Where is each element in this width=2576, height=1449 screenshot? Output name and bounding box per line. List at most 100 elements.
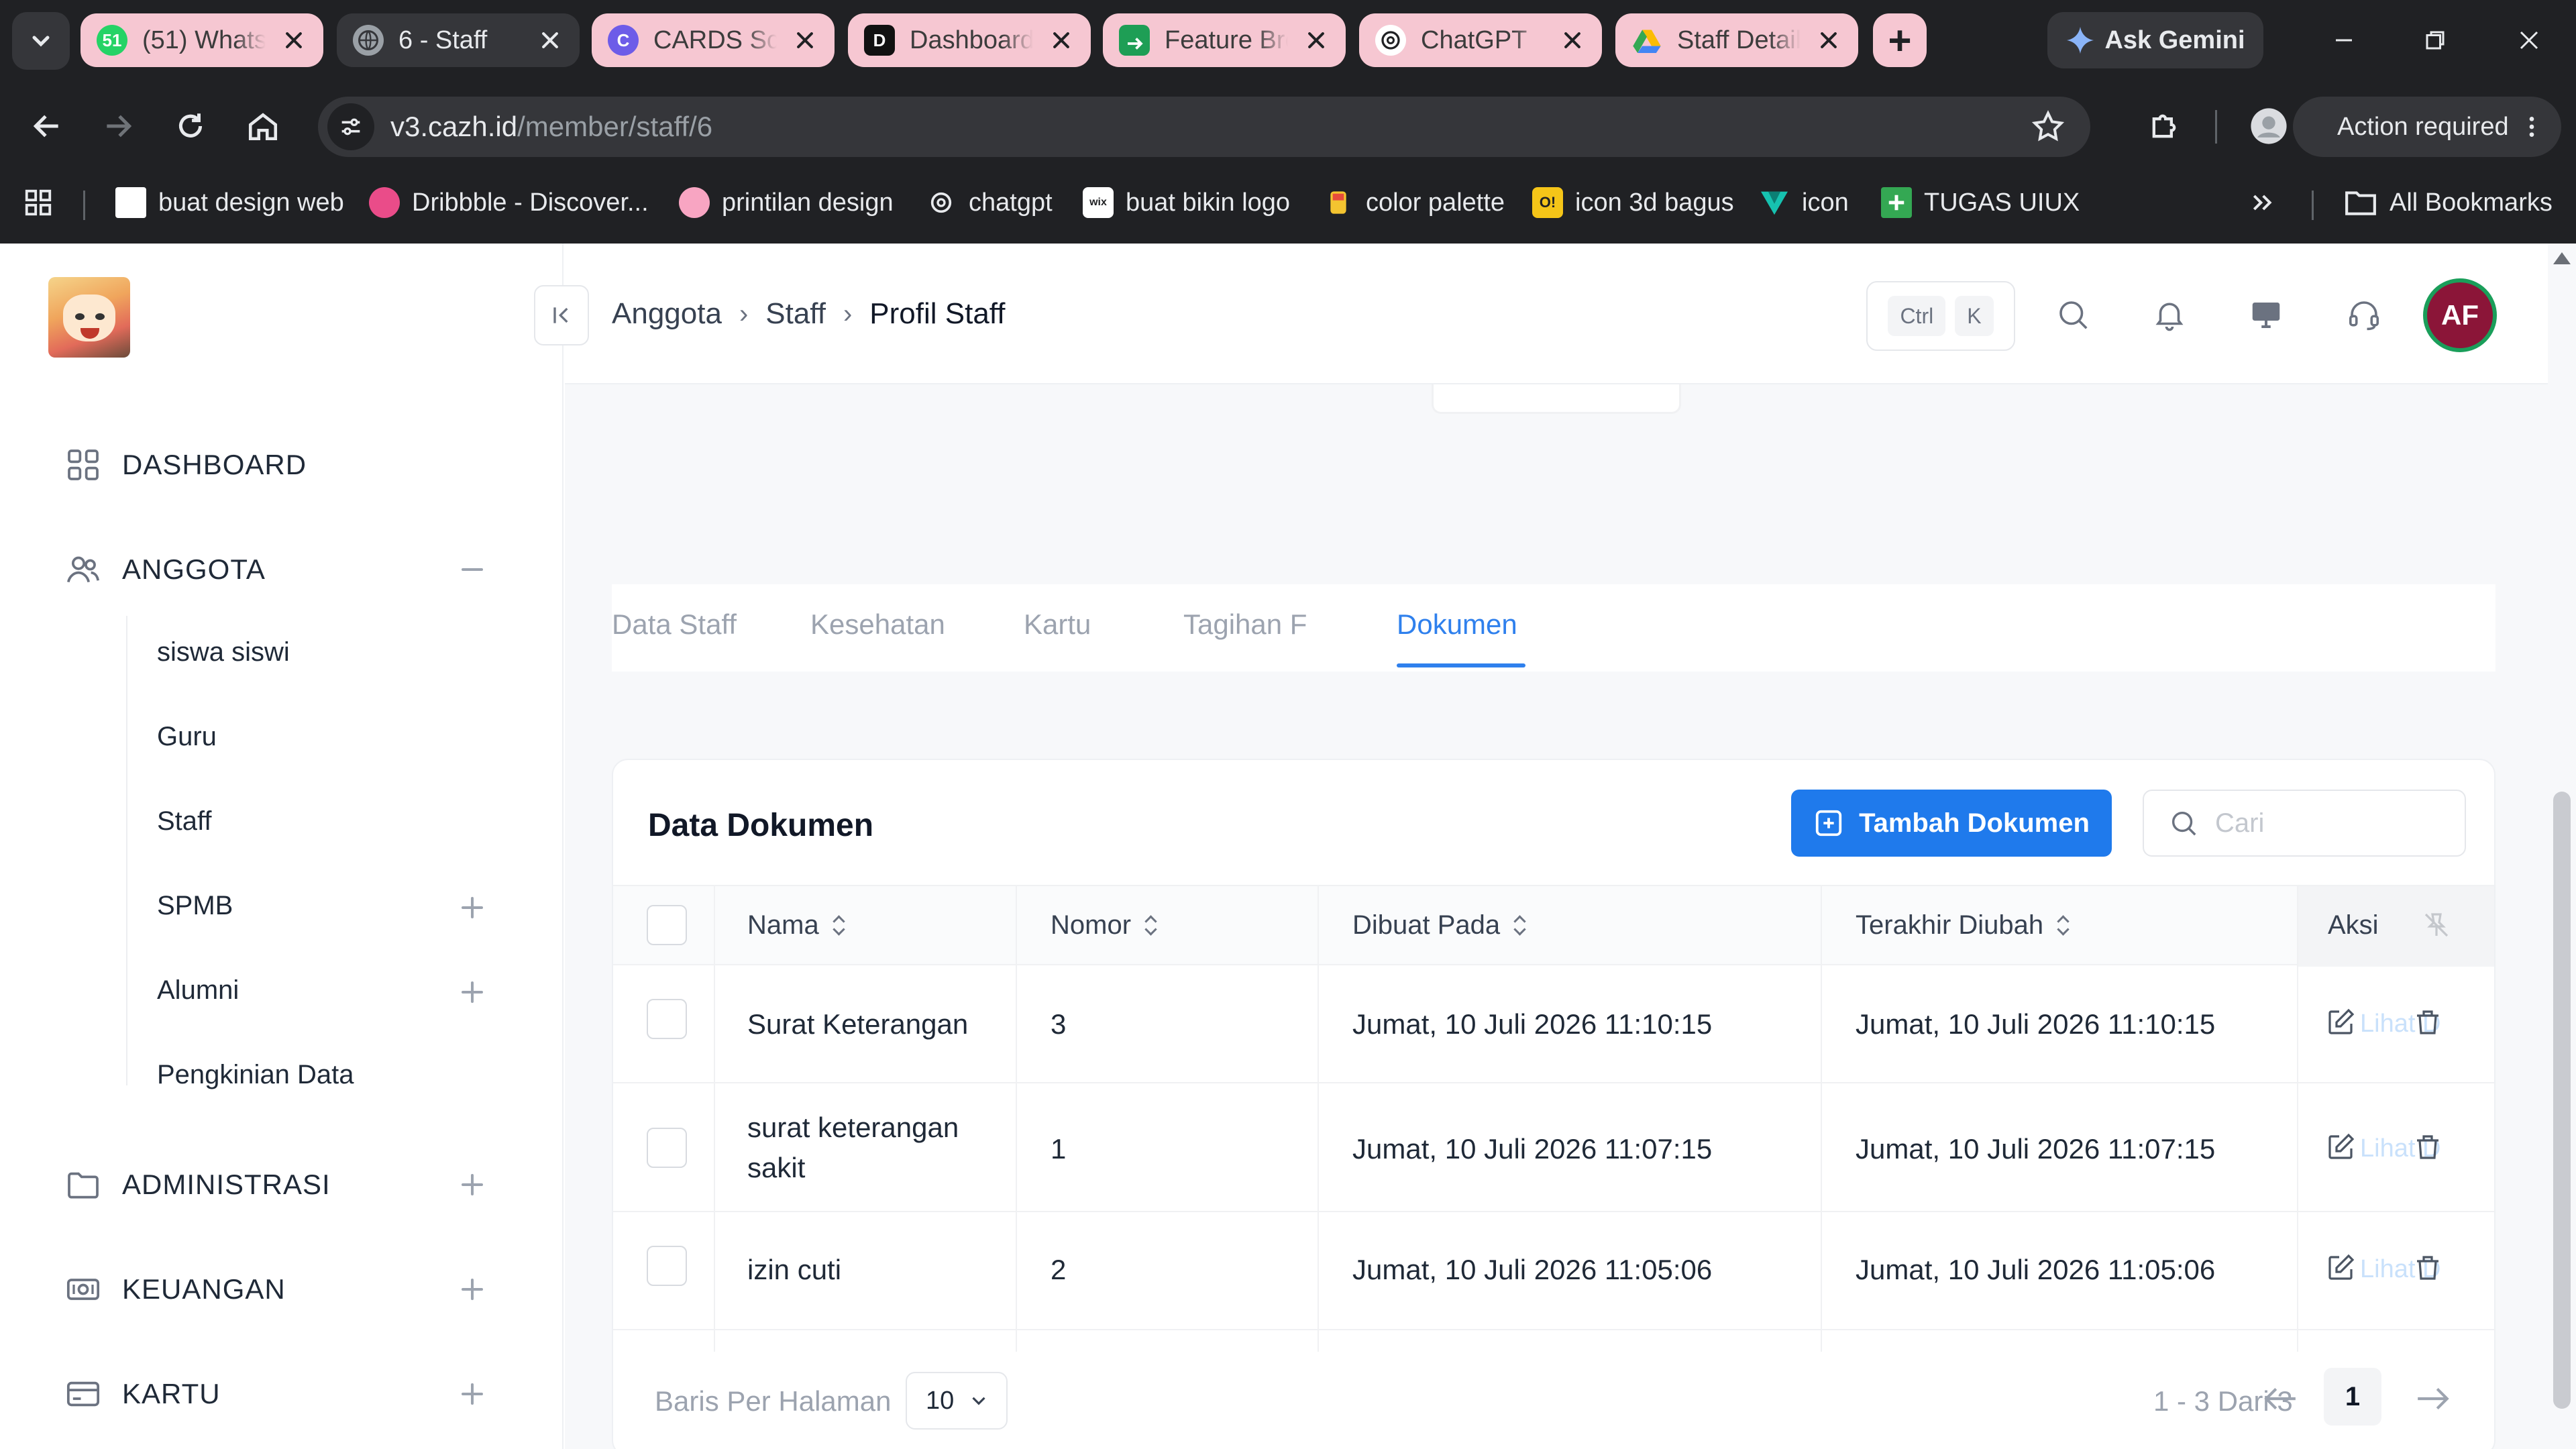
browser-tab[interactable]: D Dashboard bbox=[848, 13, 1091, 67]
all-bookmarks-button[interactable]: All Bookmarks bbox=[2344, 185, 2553, 220]
extensions-button[interactable] bbox=[2144, 106, 2184, 146]
command-palette-shortcut[interactable]: Ctrl K bbox=[1866, 281, 2015, 351]
back-button[interactable] bbox=[27, 106, 67, 146]
bookmark-item[interactable]: Dribbble - Discover... bbox=[369, 185, 649, 220]
search-button[interactable] bbox=[2053, 294, 2093, 335]
close-window-button[interactable] bbox=[2502, 13, 2556, 67]
new-tab-button[interactable]: + bbox=[1873, 13, 1927, 67]
display-button[interactable] bbox=[2246, 294, 2286, 335]
close-tab-icon[interactable] bbox=[792, 27, 818, 54]
sort-icon[interactable] bbox=[2057, 914, 2070, 937]
scroll-up-arrow-icon[interactable] bbox=[2553, 252, 2571, 264]
reload-button[interactable] bbox=[170, 106, 211, 146]
delete-button[interactable] bbox=[2411, 1006, 2445, 1039]
tab-search-button[interactable] bbox=[12, 12, 70, 70]
edit-button[interactable] bbox=[2324, 1251, 2357, 1285]
ask-gemini-button[interactable]: Ask Gemini bbox=[2047, 12, 2263, 68]
breadcrumb-anggota[interactable]: Anggota bbox=[612, 297, 722, 331]
bookmark-item[interactable]: printilan design bbox=[679, 185, 894, 220]
row-checkbox[interactable] bbox=[647, 999, 687, 1039]
address-bar[interactable]: v3.cazh.id/member/staff/6 bbox=[318, 97, 2090, 157]
sidebar-item-keuangan[interactable]: KEUANGAN bbox=[64, 1266, 286, 1313]
bookmark-item[interactable]: buat design web bbox=[115, 185, 344, 220]
user-avatar[interactable]: AF bbox=[2423, 278, 2497, 352]
notifications-button[interactable] bbox=[2149, 294, 2190, 335]
support-button[interactable] bbox=[2344, 294, 2384, 335]
collapse-minus-icon[interactable] bbox=[462, 559, 483, 580]
expand-plus-icon[interactable] bbox=[462, 1383, 483, 1405]
sort-icon[interactable] bbox=[833, 914, 846, 937]
table-row[interactable]: surat keterangan sakit 1 Jumat, 10 Juli … bbox=[613, 1083, 2494, 1212]
profile-button[interactable] bbox=[2249, 106, 2289, 146]
select-all-checkbox[interactable] bbox=[647, 905, 687, 945]
sidebar-item-dashboard[interactable]: DASHBOARD bbox=[64, 441, 307, 488]
app-logo[interactable] bbox=[48, 277, 130, 358]
sidebar-subitem-staff[interactable]: Staff bbox=[157, 806, 212, 837]
collapse-sidebar-button[interactable] bbox=[534, 285, 589, 345]
expand-plus-icon[interactable] bbox=[462, 897, 483, 918]
sidebar-subitem-guru[interactable]: Guru bbox=[157, 722, 217, 752]
close-tab-icon[interactable] bbox=[1815, 27, 1842, 54]
browser-tab[interactable]: ChatGPT bbox=[1359, 13, 1602, 67]
expand-plus-icon[interactable] bbox=[462, 981, 483, 1003]
bookmark-item[interactable]: O! icon 3d bagus bbox=[1532, 185, 1734, 220]
sort-icon[interactable] bbox=[1144, 914, 1158, 937]
tab-data-staff[interactable]: Data Staff bbox=[612, 608, 737, 641]
expand-plus-icon[interactable] bbox=[462, 1174, 483, 1195]
add-document-button[interactable]: Tambah Dokumen bbox=[1791, 790, 2112, 857]
breadcrumb-staff[interactable]: Staff bbox=[765, 297, 826, 331]
minimize-button[interactable] bbox=[2317, 13, 2371, 67]
tab-kartu[interactable]: Kartu bbox=[1024, 608, 1091, 641]
browser-tab[interactable]: 51 (51) WhatsApp bbox=[80, 13, 323, 67]
tab-tagihan[interactable]: Tagihan F bbox=[1183, 608, 1307, 641]
search-field[interactable] bbox=[2143, 790, 2466, 857]
close-tab-icon[interactable] bbox=[1048, 27, 1075, 54]
restore-button[interactable] bbox=[2408, 13, 2462, 67]
edit-button[interactable] bbox=[2324, 1130, 2357, 1164]
close-tab-icon[interactable] bbox=[1303, 27, 1330, 54]
search-input[interactable] bbox=[2215, 808, 2443, 839]
bookmark-item[interactable]: icon bbox=[1759, 185, 1849, 220]
bookmark-star-button[interactable] bbox=[2030, 109, 2066, 148]
expand-plus-icon[interactable] bbox=[462, 1279, 483, 1300]
more-bookmarks-button[interactable] bbox=[2249, 185, 2275, 220]
action-required-button[interactable]: Action required bbox=[2293, 97, 2561, 157]
bookmark-item[interactable]: TUGAS UIUX bbox=[1881, 185, 2080, 220]
table-row[interactable]: Surat Keterangan 3 Jumat, 10 Juli 2026 1… bbox=[613, 965, 2494, 1083]
tab-kesehatan[interactable]: Kesehatan bbox=[810, 608, 945, 641]
tab-dokumen[interactable]: Dokumen bbox=[1397, 608, 1517, 641]
sidebar-subitem-spmb[interactable]: SPMB bbox=[157, 891, 233, 921]
edit-button[interactable] bbox=[2324, 1006, 2357, 1039]
row-checkbox[interactable] bbox=[647, 1128, 687, 1168]
forward-button[interactable] bbox=[98, 106, 138, 146]
column-header-dibuat[interactable]: Dibuat Pada bbox=[1352, 910, 1527, 941]
row-checkbox[interactable] bbox=[647, 1246, 687, 1286]
page-number-current[interactable]: 1 bbox=[2324, 1368, 2381, 1426]
delete-button[interactable] bbox=[2411, 1130, 2445, 1164]
sidebar-item-kartu[interactable]: KARTU bbox=[64, 1371, 221, 1417]
unpin-column-button[interactable] bbox=[2420, 909, 2453, 945]
prev-page-button[interactable] bbox=[2262, 1384, 2298, 1421]
browser-tab[interactable]: Staff Details bbox=[1615, 13, 1858, 67]
next-page-button[interactable] bbox=[2415, 1384, 2451, 1421]
site-info-button[interactable] bbox=[327, 103, 374, 150]
scrollbar-thumb[interactable] bbox=[2553, 792, 2571, 1409]
apps-button[interactable] bbox=[23, 185, 54, 220]
bookmark-item[interactable]: chatgpt bbox=[926, 185, 1053, 220]
home-button[interactable] bbox=[243, 106, 283, 146]
close-tab-icon[interactable] bbox=[1559, 27, 1586, 54]
close-tab-icon[interactable] bbox=[537, 27, 564, 54]
rows-per-page-select[interactable]: 10 bbox=[906, 1372, 1008, 1430]
column-header-nomor[interactable]: Nomor bbox=[1051, 910, 1158, 941]
sidebar-item-anggota[interactable]: ANGGOTA bbox=[64, 546, 266, 593]
close-tab-icon[interactable] bbox=[280, 27, 307, 54]
bookmark-item[interactable]: wix buat bikin logo bbox=[1083, 185, 1290, 220]
sidebar-subitem-alumni[interactable]: Alumni bbox=[157, 975, 239, 1006]
delete-button[interactable] bbox=[2411, 1251, 2445, 1285]
sidebar-subitem-pengkinian[interactable]: Pengkinian Data bbox=[157, 1060, 354, 1090]
bookmark-item[interactable]: color palette bbox=[1323, 185, 1505, 220]
column-header-diubah[interactable]: Terakhir Diubah bbox=[1856, 910, 2070, 941]
sort-icon[interactable] bbox=[1513, 914, 1527, 937]
browser-tab[interactable]: C CARDS Schema bbox=[592, 13, 835, 67]
sidebar-item-administrasi[interactable]: ADMINISTRASI bbox=[64, 1161, 331, 1208]
